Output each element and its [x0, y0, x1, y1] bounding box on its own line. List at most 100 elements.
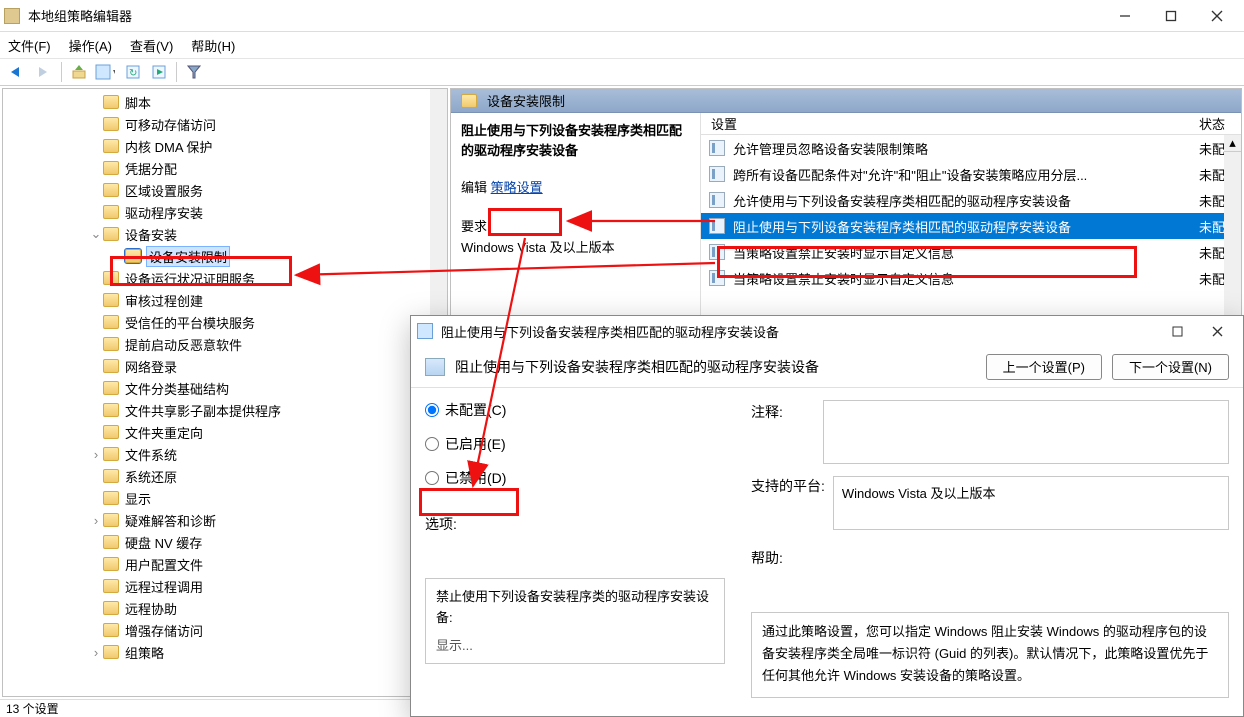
- tree-item-label: 可移动存储访问: [125, 115, 216, 134]
- policy-row[interactable]: 阻止使用与下列设备安装程序类相匹配的驱动程序安装设备未配置: [701, 213, 1241, 239]
- tree-item-label: 硬盘 NV 缓存: [125, 533, 202, 552]
- tree-item[interactable]: 脚本: [3, 91, 447, 113]
- folder-icon: [103, 623, 119, 637]
- tree-item[interactable]: 内核 DMA 保护: [3, 135, 447, 157]
- column-headers: 设置 状态: [701, 113, 1241, 135]
- folder-icon: [461, 94, 477, 108]
- export-button[interactable]: [147, 61, 171, 83]
- radio-enabled[interactable]: 已启用(E): [425, 434, 725, 454]
- policy-icon: [709, 192, 725, 208]
- tree-item-label: 驱动程序安装: [125, 203, 203, 222]
- radio-disabled[interactable]: 已禁用(D): [425, 468, 725, 488]
- folder-icon: [103, 139, 119, 153]
- tree-item-label: 网络登录: [125, 357, 177, 376]
- tree-item-label: 设备运行状况证明服务: [125, 269, 255, 288]
- radio-not-configured[interactable]: 未配置(C): [425, 400, 725, 420]
- tree-item[interactable]: 系统还原: [3, 465, 447, 487]
- tree-item[interactable]: 文件夹重定向: [3, 421, 447, 443]
- policy-row[interactable]: 允许管理员忽略设备安装限制策略未配置: [701, 135, 1241, 161]
- chevron-right-icon[interactable]: ›: [89, 447, 103, 462]
- tree-item-label: 文件共享影子副本提供程序: [125, 401, 281, 420]
- next-setting-button[interactable]: 下一个设置(N): [1112, 354, 1229, 380]
- tree-item[interactable]: 远程过程调用: [3, 575, 447, 597]
- tree-item[interactable]: 文件共享影子副本提供程序: [3, 399, 447, 421]
- policy-row[interactable]: 当策略设置禁止安装时显示自定义信息未配置: [701, 265, 1241, 291]
- tree-item[interactable]: 设备运行状况证明服务: [3, 267, 447, 289]
- policy-label: 当策略设置禁止安装时显示自定义信息: [733, 269, 1193, 288]
- tree-item[interactable]: 可移动存储访问: [3, 113, 447, 135]
- tree-item[interactable]: ›组策略: [3, 641, 447, 663]
- folder-icon: [103, 535, 119, 549]
- refresh-button[interactable]: ↻: [121, 61, 145, 83]
- tree-item[interactable]: 区域设置服务: [3, 179, 447, 201]
- tree-item-label: 脚本: [125, 93, 151, 112]
- folder-icon: [125, 249, 141, 263]
- forward-button[interactable]: [32, 61, 56, 83]
- tree-item-label: 区域设置服务: [125, 181, 203, 200]
- comment-input[interactable]: [823, 400, 1229, 464]
- policy-settings-link[interactable]: 策略设置: [491, 180, 543, 195]
- dialog-maximize-button[interactable]: [1157, 317, 1197, 345]
- folder-icon: [103, 95, 119, 109]
- policy-row[interactable]: 跨所有设备匹配条件对"允许"和"阻止"设备安装策略应用分层...未配置: [701, 161, 1241, 187]
- col-setting[interactable]: 设置: [701, 113, 1193, 134]
- folder-icon: [103, 469, 119, 483]
- col-state[interactable]: 状态: [1193, 113, 1241, 134]
- policy-icon: [425, 358, 445, 376]
- menu-file[interactable]: 文件(F): [8, 36, 51, 55]
- minimize-button[interactable]: [1102, 2, 1148, 30]
- chevron-right-icon[interactable]: ›: [89, 513, 103, 528]
- policy-icon: [709, 166, 725, 182]
- tree-item[interactable]: 增强存储访问: [3, 619, 447, 641]
- tree-item[interactable]: 审核过程创建: [3, 289, 447, 311]
- tree-item[interactable]: 文件分类基础结构: [3, 377, 447, 399]
- folder-icon: [103, 183, 119, 197]
- prev-setting-button[interactable]: 上一个设置(P): [986, 354, 1102, 380]
- tree-item[interactable]: ⌄设备安装: [3, 223, 447, 245]
- chevron-right-icon[interactable]: ›: [89, 645, 103, 660]
- show-button[interactable]: 显示...: [436, 636, 473, 657]
- menu-view[interactable]: 查看(V): [130, 36, 173, 55]
- details-header-title: 设备安装限制: [487, 91, 565, 110]
- tree-item[interactable]: 硬盘 NV 缓存: [3, 531, 447, 553]
- tree-item-label: 文件分类基础结构: [125, 379, 229, 398]
- tree-item[interactable]: 显示: [3, 487, 447, 509]
- tree-item-label: 内核 DMA 保护: [125, 137, 212, 156]
- policy-icon: [709, 218, 725, 234]
- chevron-down-icon[interactable]: ⌄: [89, 226, 103, 242]
- policy-row[interactable]: 允许使用与下列设备安装程序类相匹配的驱动程序安装设备未配置: [701, 187, 1241, 213]
- tree-item[interactable]: 设备安装限制: [3, 245, 447, 267]
- tree-item[interactable]: 驱动程序安装: [3, 201, 447, 223]
- view-combo[interactable]: [93, 61, 117, 83]
- tree-item-label: 用户配置文件: [125, 555, 203, 574]
- folder-icon: [103, 425, 119, 439]
- folder-icon: [103, 513, 119, 527]
- tree-item[interactable]: 受信任的平台模块服务: [3, 311, 447, 333]
- policy-dialog: 阻止使用与下列设备安装程序类相匹配的驱动程序安装设备 阻止使用与下列设备安装程序…: [410, 315, 1244, 717]
- menu-action[interactable]: 操作(A): [69, 36, 112, 55]
- help-label: 帮助:: [751, 548, 1229, 568]
- tree-item[interactable]: 提前启动反恶意软件: [3, 333, 447, 355]
- policy-row[interactable]: 当策略设置禁止安装时显示自定义信息未配置: [701, 239, 1241, 265]
- tree-item[interactable]: 凭据分配: [3, 157, 447, 179]
- close-button[interactable]: [1194, 2, 1240, 30]
- folder-icon: [103, 645, 119, 659]
- tree-item[interactable]: 网络登录: [3, 355, 447, 377]
- filter-button[interactable]: [182, 61, 206, 83]
- tree-item[interactable]: 远程协助: [3, 597, 447, 619]
- up-button[interactable]: [67, 61, 91, 83]
- help-box: 通过此策略设置，您可以指定 Windows 阻止安装 Windows 的驱动程序…: [751, 612, 1229, 698]
- tree-item[interactable]: 用户配置文件: [3, 553, 447, 575]
- tree-item-label: 系统还原: [125, 467, 177, 486]
- tree-item-label: 显示: [125, 489, 151, 508]
- back-button[interactable]: [6, 61, 30, 83]
- folder-icon: [103, 447, 119, 461]
- folder-icon: [103, 359, 119, 373]
- dialog-close-button[interactable]: [1197, 317, 1237, 345]
- tree-item[interactable]: ›疑难解答和诊断: [3, 509, 447, 531]
- menu-help[interactable]: 帮助(H): [191, 36, 235, 55]
- maximize-button[interactable]: [1148, 2, 1194, 30]
- options-label: 选项:: [425, 514, 725, 534]
- tree-item[interactable]: ›文件系统: [3, 443, 447, 465]
- main-titlebar: 本地组策略编辑器: [0, 0, 1244, 32]
